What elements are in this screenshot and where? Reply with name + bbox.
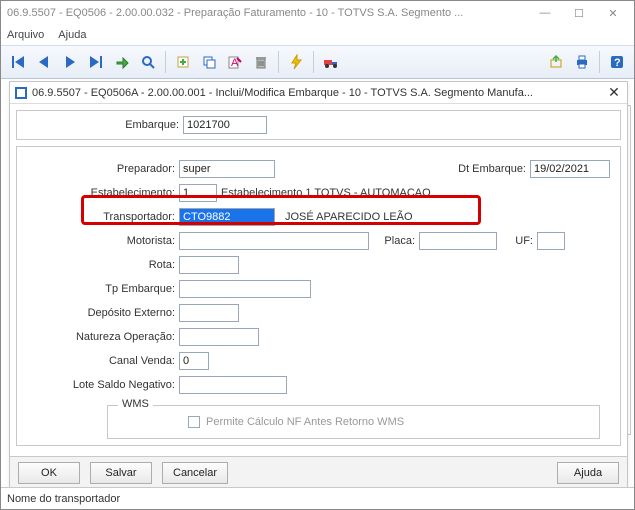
natureza-operacao-input[interactable] (179, 328, 259, 346)
modal-close-button[interactable]: ✕ (605, 84, 623, 102)
ajuda-button[interactable]: Ajuda (557, 462, 619, 484)
last-icon[interactable] (84, 50, 108, 74)
edit-icon[interactable]: A (223, 50, 247, 74)
natureza-operacao-label: Natureza Operação: (27, 331, 179, 343)
embarque-row: Embarque: (16, 110, 621, 140)
tp-embarque-label: Tp Embarque: (27, 283, 179, 295)
statusbar: Nome do transportador (1, 487, 634, 509)
export-icon[interactable] (544, 50, 568, 74)
salvar-button[interactable]: Salvar (90, 462, 152, 484)
next-icon[interactable] (58, 50, 82, 74)
wms-legend: WMS (118, 398, 153, 410)
rota-input[interactable] (179, 256, 239, 274)
tp-embarque-input[interactable] (179, 280, 311, 298)
copy-icon[interactable] (197, 50, 221, 74)
deposito-externo-input[interactable] (179, 304, 239, 322)
uf-label: UF: (497, 235, 537, 247)
wms-checkbox-label: Permite Cálculo NF Antes Retorno WMS (206, 416, 404, 428)
uf-input[interactable] (537, 232, 565, 250)
print-icon[interactable] (570, 50, 594, 74)
menu-ajuda[interactable]: Ajuda (58, 29, 86, 41)
ok-button[interactable]: OK (18, 462, 80, 484)
motorista-input[interactable] (179, 232, 369, 250)
cancelar-button[interactable]: Cancelar (162, 462, 228, 484)
lightning-icon[interactable] (284, 50, 308, 74)
first-icon[interactable] (6, 50, 30, 74)
wms-fieldset: WMS Permite Cálculo NF Antes Retorno WMS (107, 405, 600, 439)
estabelecimento-label: Estabelecimento: (27, 187, 179, 199)
new-icon[interactable] (171, 50, 195, 74)
embarque-input[interactable] (183, 116, 267, 134)
truck-icon[interactable] (319, 50, 343, 74)
toolbar: A ? (1, 45, 634, 79)
prev-icon[interactable] (32, 50, 56, 74)
menu-arquivo[interactable]: Arquivo (7, 29, 44, 41)
preparador-input[interactable] (179, 160, 275, 178)
outer-title: 06.9.5507 - EQ0506 - 2.00.00.032 - Prepa… (5, 7, 528, 19)
main-panel: Preparador: Dt Embarque: Estabelecimento… (16, 146, 621, 446)
go-icon[interactable] (110, 50, 134, 74)
modal-app-icon (14, 86, 28, 100)
transportador-nome: JOSÉ APARECIDO LEÃO (275, 211, 413, 223)
outer-titlebar: 06.9.5507 - EQ0506 - 2.00.00.032 - Prepa… (1, 1, 634, 25)
placa-input[interactable] (419, 232, 497, 250)
modal-dialog: 06.9.5507 - EQ0506A - 2.00.00.001 - Incl… (9, 81, 628, 489)
menubar: Arquivo Ajuda (1, 25, 634, 45)
embarque-label: Embarque: (25, 119, 183, 131)
form-area: Embarque: Preparador: Dt Embarque: Estab… (10, 104, 627, 446)
wms-checkbox[interactable] (188, 416, 200, 428)
estabelecimento-input[interactable] (179, 184, 217, 202)
modal-title-text: 06.9.5507 - EQ0506A - 2.00.00.001 - Incl… (32, 87, 605, 99)
status-text: Nome do transportador (7, 493, 120, 505)
estabelecimento-desc: Estabelecimento 1 TOTVS - AUTOMACAO (217, 187, 431, 199)
transportador-label: Transportador: (27, 211, 179, 223)
canal-venda-label: Canal Venda: (27, 355, 179, 367)
svg-text:?: ? (614, 57, 621, 69)
dt-embarque-label: Dt Embarque: (458, 163, 530, 175)
transportador-input[interactable] (179, 208, 275, 226)
delete-icon[interactable] (249, 50, 273, 74)
help-icon[interactable]: ? (605, 50, 629, 74)
motorista-label: Motorista: (27, 235, 179, 247)
preparador-label: Preparador: (27, 163, 179, 175)
modal-titlebar: 06.9.5507 - EQ0506A - 2.00.00.001 - Incl… (10, 82, 627, 104)
close-button[interactable]: ✕ (596, 3, 630, 23)
placa-label: Placa: (369, 235, 419, 247)
button-bar: OK Salvar Cancelar Ajuda (10, 456, 627, 488)
rota-label: Rota: (27, 259, 179, 271)
maximize-button[interactable]: ☐ (562, 3, 596, 23)
lote-saldo-negativo-input[interactable] (179, 376, 287, 394)
deposito-externo-label: Depósito Externo: (27, 307, 179, 319)
search-icon[interactable] (136, 50, 160, 74)
minimize-button[interactable]: — (528, 3, 562, 23)
lote-saldo-negativo-label: Lote Saldo Negativo: (27, 379, 179, 391)
canal-venda-input[interactable] (179, 352, 209, 370)
dt-embarque-input[interactable] (530, 160, 610, 178)
